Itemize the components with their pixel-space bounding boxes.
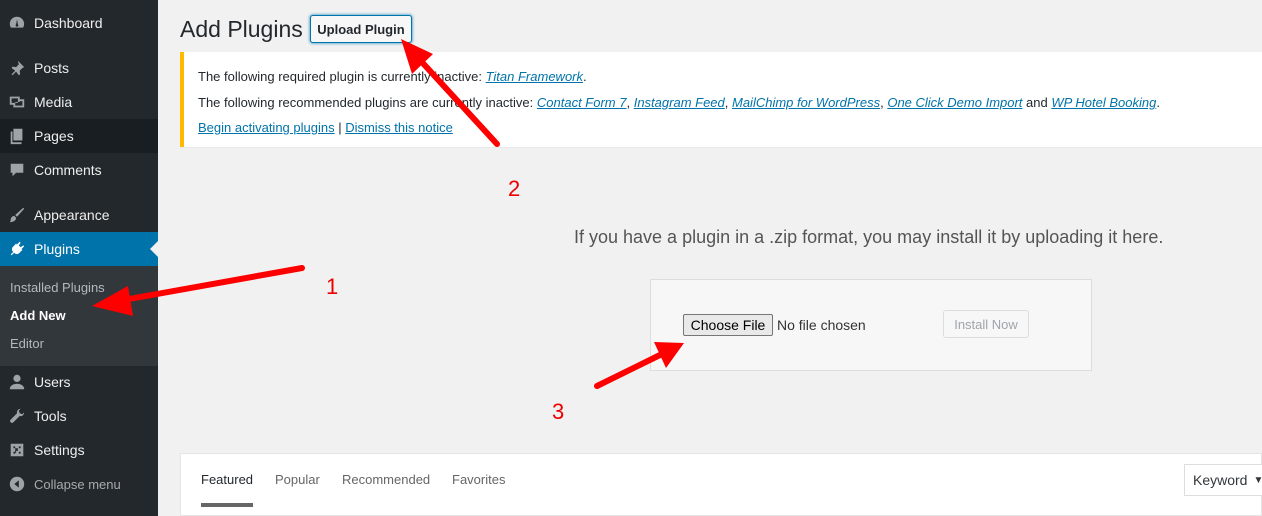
menu-label: Users	[34, 374, 71, 390]
tab-favorites[interactable]: Favorites	[452, 472, 505, 487]
choose-file-button[interactable]: Choose File	[683, 314, 773, 336]
wrench-icon	[0, 407, 34, 425]
wp-hotel-booking-link[interactable]: WP Hotel Booking	[1051, 95, 1156, 110]
plugins-submenu: Installed Plugins Add New Editor	[0, 266, 158, 366]
tab-popular[interactable]: Popular	[275, 472, 320, 487]
mailchimp-link[interactable]: MailChimp for WordPress	[732, 95, 880, 110]
menu-item-pages[interactable]: Pages	[0, 119, 158, 153]
menu-label: Media	[34, 94, 73, 110]
recommended-notice: The following recommended plugins are cu…	[198, 95, 1160, 110]
menu-item-plugins[interactable]: Plugins	[0, 232, 158, 266]
annotation-number-1: 1	[326, 274, 339, 299]
separator: |	[334, 120, 346, 135]
plug-icon	[0, 240, 34, 258]
tab-featured[interactable]: Featured	[201, 472, 253, 487]
search-type-value: Keyword	[1193, 472, 1248, 488]
menu-label: Appearance	[34, 207, 110, 223]
menu-item-media[interactable]: Media	[0, 85, 158, 119]
submenu-installed-plugins[interactable]: Installed Plugins	[10, 280, 105, 295]
page-title: Add Plugins	[180, 16, 303, 42]
pin-icon	[0, 59, 34, 77]
tab-recommended[interactable]: Recommended	[342, 472, 430, 487]
menu-label: Comments	[34, 162, 102, 178]
required-text: The following required plugin is current…	[198, 69, 486, 84]
dismiss-notice-link[interactable]: Dismiss this notice	[345, 120, 453, 135]
submenu-add-new[interactable]: Add New	[10, 308, 66, 323]
chevron-down-icon: ▼	[1253, 474, 1262, 486]
menu-item-users[interactable]: Users	[0, 365, 158, 399]
install-now-button[interactable]: Install Now	[943, 310, 1029, 338]
instagram-feed-link[interactable]: Instagram Feed	[634, 95, 725, 110]
recommended-text: The following recommended plugins are cu…	[198, 95, 537, 110]
upload-form: Choose File No file chosen Install Now	[650, 279, 1092, 371]
titan-framework-link[interactable]: Titan Framework	[486, 69, 583, 84]
upload-instructions: If you have a plugin in a .zip format, y…	[574, 227, 1164, 247]
and-text: and	[1022, 95, 1052, 110]
notice-actions: Begin activating plugins | Dismiss this …	[198, 120, 453, 135]
search-type-select[interactable]: Keyword ▼	[1184, 464, 1262, 496]
submenu-editor[interactable]: Editor	[10, 336, 44, 351]
menu-item-settings[interactable]: Settings	[0, 433, 158, 467]
menu-label: Dashboard	[34, 15, 103, 31]
required-notice: The following required plugin is current…	[198, 69, 587, 84]
contact-form-7-link[interactable]: Contact Form 7	[537, 95, 627, 110]
menu-item-dashboard[interactable]: Dashboard	[0, 6, 158, 40]
active-tab-indicator	[201, 503, 253, 507]
plugin-filter-bar: Featured Popular Recommended Favorites K…	[180, 453, 1262, 516]
comment-icon	[0, 161, 34, 179]
menu-item-posts[interactable]: Posts	[0, 51, 158, 85]
menu-label: Tools	[34, 408, 67, 424]
annotation-number-3: 3	[552, 399, 565, 424]
dashboard-icon	[0, 14, 34, 32]
menu-item-appearance[interactable]: Appearance	[0, 198, 158, 232]
menu-item-collapse[interactable]: Collapse menu	[0, 467, 158, 501]
menu-label: Pages	[34, 128, 74, 144]
no-file-label: No file chosen	[777, 317, 866, 333]
settings-icon	[0, 441, 34, 459]
menu-label: Posts	[34, 60, 70, 76]
menu-item-tools[interactable]: Tools	[0, 399, 158, 433]
collapse-icon	[0, 475, 34, 493]
menu-label: Settings	[34, 442, 85, 458]
user-icon	[0, 373, 34, 391]
annotation-number-2: 2	[508, 176, 521, 201]
menu-label: Collapse menu	[34, 476, 121, 492]
admin-sidebar: Dashboard Posts Media Pages Comments App…	[0, 0, 158, 516]
brush-icon	[0, 206, 34, 224]
menu-item-comments[interactable]: Comments	[0, 153, 158, 187]
menu-label: Plugins	[34, 241, 80, 257]
begin-activating-link[interactable]: Begin activating plugins	[198, 120, 335, 135]
upload-plugin-button[interactable]: Upload Plugin	[310, 15, 412, 43]
one-click-demo-import-link[interactable]: One Click Demo Import	[887, 95, 1022, 110]
plugin-notice: The following required plugin is current…	[180, 52, 1262, 147]
pages-icon	[0, 127, 34, 145]
media-icon	[0, 93, 34, 111]
